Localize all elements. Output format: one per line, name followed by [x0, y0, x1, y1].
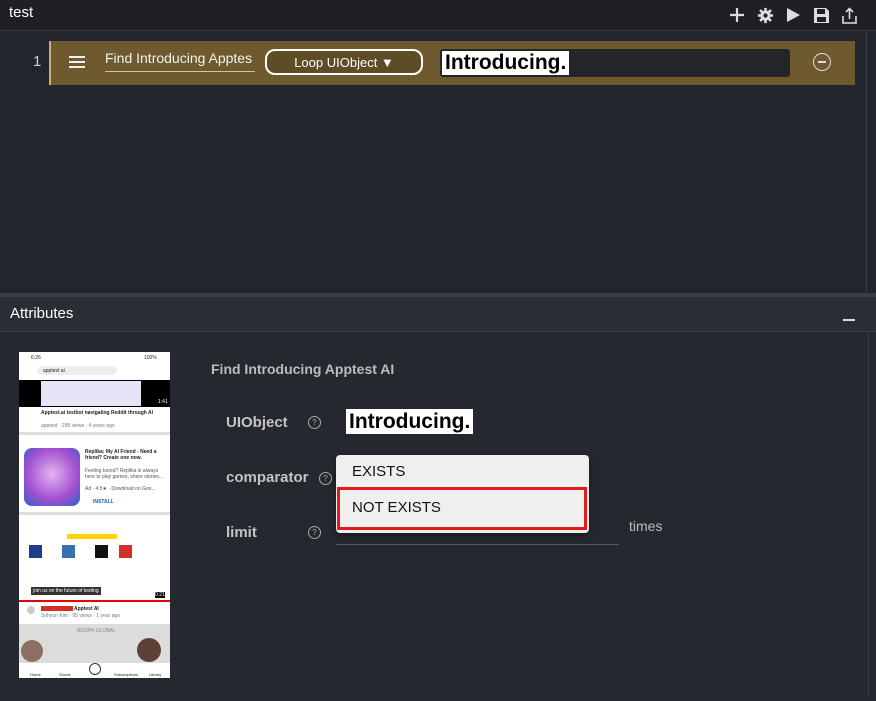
uiobject-label: UIObject — [226, 414, 288, 431]
limit-input[interactable] — [336, 544, 619, 545]
minimize-icon[interactable] — [843, 319, 855, 321]
help-icon[interactable]: ? — [308, 526, 321, 539]
help-icon[interactable]: ? — [308, 416, 321, 429]
drag-handle-icon[interactable] — [69, 56, 85, 70]
nav-home: Home — [30, 672, 41, 677]
attributes-header — [0, 297, 876, 332]
line-number: 1 — [33, 53, 42, 70]
limit-label: limit — [226, 524, 257, 541]
help-icon[interactable]: ? — [319, 472, 332, 485]
comparator-label: comparator — [226, 469, 309, 486]
status-battery: 100% — [144, 355, 157, 361]
save-icon[interactable] — [811, 5, 831, 25]
ad-desc: Feeling bored? Replika is always here to… — [85, 468, 164, 480]
item1-title: Apptest.ai testbot navigating Reddit thr… — [41, 410, 154, 416]
item1-meta: apptest · 298 views · 4 years ago — [41, 423, 115, 429]
ad-install: INSTALL — [93, 499, 114, 505]
step-uiobject-chip: Introducing. — [442, 51, 570, 75]
device-screenshot: 6:26 100% apptest ai 1:41 Apptest.ai tes… — [19, 352, 170, 678]
limit-unit: times — [629, 518, 663, 534]
section-title: Find Introducing Apptest AI — [211, 361, 395, 377]
remove-step-icon[interactable] — [813, 53, 831, 71]
banner-text: BEOPH GLOBAL — [77, 628, 116, 634]
search-query: apptest ai — [43, 368, 65, 374]
nav-shorts: Shorts — [59, 672, 71, 677]
channel-name: Apptest AI — [74, 606, 99, 612]
highlight-box — [337, 487, 587, 530]
option-exists[interactable]: EXISTS — [336, 455, 589, 489]
step-name-field[interactable]: Find Introducing Apptes — [105, 50, 255, 72]
ad-title: Replika: My AI Friend - Need a friend? C… — [85, 449, 157, 461]
status-time: 6:26 — [31, 355, 41, 361]
play-icon[interactable] — [783, 5, 803, 25]
video-duration-2: 0:21 — [155, 592, 165, 598]
gear-icon[interactable] — [755, 5, 775, 25]
channel-meta: Sohyun Kim · 95 views · 1 year ago — [41, 613, 120, 619]
attributes-title: Attributes — [10, 305, 74, 322]
nav-subscriptions: Subscriptions — [114, 672, 139, 677]
video-caption: join us on the future of testing — [31, 587, 101, 595]
nav-library: Library — [149, 672, 162, 677]
uiobject-value-chip[interactable]: Introducing. — [346, 409, 474, 434]
project-title: test — [9, 4, 34, 21]
action-dropdown-button[interactable]: Loop UIObject ▼ — [265, 49, 423, 75]
video-duration-1: 1:41 — [158, 399, 168, 405]
export-icon[interactable] — [839, 5, 859, 25]
plus-icon[interactable] — [727, 5, 747, 25]
ad-meta: Ad · 4.5★ · Download on Goo... — [85, 486, 156, 492]
